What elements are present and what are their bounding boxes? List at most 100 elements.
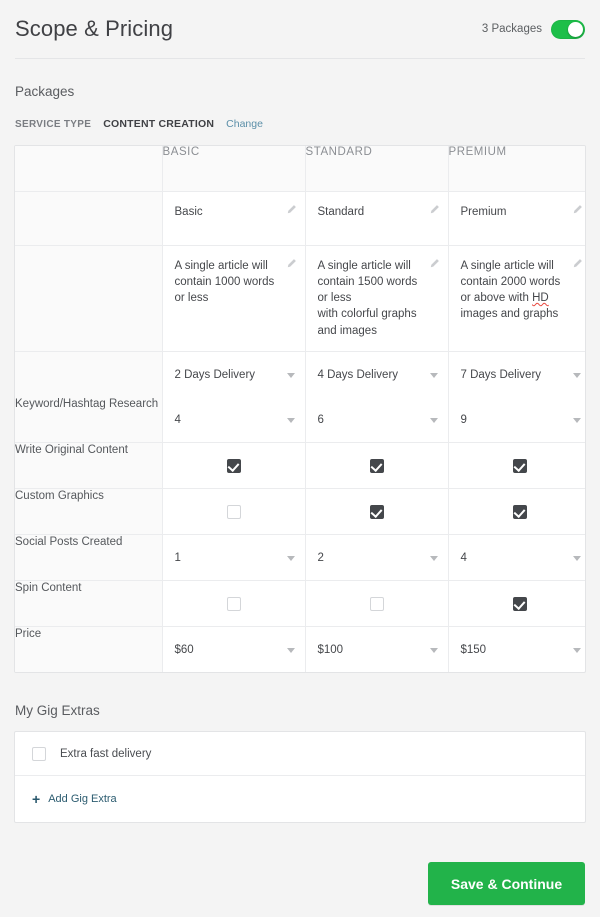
package-description-cell-premium[interactable]: A single article will contain 2000 words… — [448, 245, 585, 353]
packages-table-wrapper: BASIC STANDARD PREMIUM Basic Standard Pr… — [14, 145, 586, 674]
table-row: Price $60 $100 $150 — [15, 626, 585, 673]
feature-cell-keyword-hashtag-research-premium[interactable]: 9 — [448, 397, 585, 444]
package-description-premium: A single article will contain 2000 words… — [460, 259, 561, 321]
feature-cell-price-premium[interactable]: $150 — [448, 627, 585, 672]
service-type-label: SERVICE TYPE — [15, 118, 92, 130]
pencil-icon[interactable] — [429, 204, 440, 215]
feature-cell-write-original-content-premium[interactable] — [448, 442, 585, 490]
misspelled-word: HD — [532, 292, 549, 305]
chevron-down-icon[interactable] — [429, 555, 438, 561]
package-name-premium: Premium — [460, 205, 507, 218]
delivery-cell-basic[interactable]: 2 Days Delivery — [162, 351, 306, 398]
change-service-type-link[interactable]: Change — [226, 118, 263, 130]
gig-extra-item[interactable]: Extra fast delivery — [15, 732, 585, 777]
feature-cell-social-posts-created-standard[interactable]: 2 — [305, 534, 449, 582]
feature-cell-social-posts-created-basic[interactable]: 1 — [162, 534, 306, 582]
delivery-value-premium: 7 Days Delivery — [460, 368, 542, 381]
extra-fast-delivery-label: Extra fast delivery — [60, 747, 152, 760]
feature-label-social-posts-created: Social Posts Created — [15, 534, 163, 582]
chevron-down-icon[interactable] — [286, 372, 295, 378]
checkbox-custom-graphics-premium[interactable] — [512, 504, 527, 519]
checkbox-spin-content-standard[interactable] — [369, 596, 384, 611]
feature-cell-price-basic[interactable]: $60 — [162, 626, 306, 673]
package-description-cell-basic[interactable]: A single article will contain 1000 words… — [162, 245, 306, 353]
value-social-posts-created-premium: 4 — [460, 551, 467, 564]
chevron-down-icon[interactable] — [286, 647, 295, 653]
feature-cell-custom-graphics-basic[interactable] — [162, 488, 306, 536]
header-divider — [15, 58, 585, 59]
feature-cell-custom-graphics-standard[interactable] — [305, 488, 449, 536]
feature-cell-write-original-content-standard[interactable] — [305, 442, 449, 490]
table-row: Spin Content — [15, 580, 585, 628]
chevron-down-icon[interactable] — [429, 647, 438, 653]
value-social-posts-created-basic: 1 — [174, 551, 181, 564]
feature-cell-keyword-hashtag-research-standard[interactable]: 6 — [305, 397, 449, 444]
plus-icon: + — [32, 791, 41, 808]
feature-cell-keyword-hashtag-research-basic[interactable]: 4 — [162, 397, 306, 444]
chevron-down-icon[interactable] — [286, 555, 295, 561]
chevron-down-icon[interactable] — [429, 417, 438, 423]
checkbox-spin-content-premium[interactable] — [512, 596, 527, 611]
pencil-icon[interactable] — [429, 258, 440, 269]
chevron-down-icon[interactable] — [286, 417, 295, 423]
feature-label-price: Price — [15, 626, 163, 673]
feature-cell-spin-content-standard[interactable] — [305, 580, 449, 628]
extra-fast-delivery-checkbox[interactable] — [32, 746, 46, 761]
add-gig-extra-label: Add Gig Extra — [48, 793, 117, 806]
chevron-down-icon[interactable] — [573, 555, 581, 561]
feature-cell-price-standard[interactable]: $100 — [305, 626, 449, 673]
chevron-down-icon[interactable] — [573, 372, 581, 378]
package-name-basic: Basic — [174, 205, 203, 218]
service-type-row: SERVICE TYPE CONTENT CREATION Change — [0, 117, 600, 131]
feature-cell-spin-content-basic[interactable] — [162, 580, 306, 628]
delivery-cell-premium[interactable]: 7 Days Delivery — [448, 352, 585, 398]
value-price-premium: $150 — [460, 643, 487, 656]
add-gig-extra-button[interactable]: + Add Gig Extra — [15, 776, 585, 822]
value-price-basic: $60 — [174, 643, 194, 656]
feature-label-spin-content: Spin Content — [15, 580, 163, 628]
description-row-label-cell — [15, 245, 163, 353]
feature-cell-custom-graphics-premium[interactable] — [448, 488, 585, 536]
gig-extras-title: My Gig Extras — [15, 703, 100, 719]
checkbox-spin-content-basic[interactable] — [226, 596, 241, 611]
feature-label-custom-graphics: Custom Graphics — [15, 488, 163, 536]
checkbox-custom-graphics-basic[interactable] — [226, 504, 241, 519]
feature-cell-spin-content-premium[interactable] — [448, 580, 585, 628]
pencil-icon[interactable] — [286, 258, 297, 269]
page-footer: Save & Continue — [0, 835, 600, 917]
delivery-value-standard: 4 Days Delivery — [317, 368, 399, 381]
package-name-cell-basic[interactable]: Basic — [162, 191, 306, 246]
checkbox-write-original-content-premium[interactable] — [512, 458, 527, 473]
feature-cell-social-posts-created-premium[interactable]: 4 — [448, 534, 585, 582]
package-name-standard: Standard — [317, 205, 365, 218]
packages-toggle-group: 3 Packages — [482, 19, 585, 39]
chevron-down-icon[interactable] — [429, 372, 438, 378]
gig-extras-box: Extra fast delivery + Add Gig Extra — [14, 731, 586, 824]
feature-cell-write-original-content-basic[interactable] — [162, 442, 306, 490]
delivery-cell-standard[interactable]: 4 Days Delivery — [305, 351, 449, 398]
pencil-icon[interactable] — [572, 258, 583, 269]
pencil-icon[interactable] — [572, 204, 583, 215]
packages-toggle-switch[interactable] — [551, 19, 585, 39]
save-and-continue-button[interactable]: Save & Continue — [428, 862, 585, 905]
checkbox-write-original-content-standard[interactable] — [369, 458, 384, 473]
pencil-icon[interactable] — [286, 204, 297, 215]
table-row: Keyword/Hashtag Research 4 6 9 — [15, 397, 585, 444]
package-name-cell-standard[interactable]: Standard — [305, 191, 449, 246]
checkbox-write-original-content-basic[interactable] — [226, 458, 241, 473]
package-name-cell-premium[interactable]: Premium — [448, 191, 585, 246]
chevron-down-icon[interactable] — [573, 647, 581, 653]
column-header-standard: STANDARD — [305, 146, 449, 192]
checkbox-custom-graphics-standard[interactable] — [369, 504, 384, 519]
column-header-premium: PREMIUM — [448, 146, 585, 192]
service-type-value: CONTENT CREATION — [103, 118, 215, 130]
packages-table: BASIC STANDARD PREMIUM Basic Standard Pr… — [15, 146, 585, 673]
delivery-row-label-cell — [15, 351, 163, 398]
chevron-down-icon[interactable] — [573, 417, 581, 423]
package-description-cell-standard[interactable]: A single article will contain 1500 words… — [305, 245, 449, 353]
feature-label-keyword-hashtag-research: Keyword/Hashtag Research — [15, 397, 163, 444]
package-description-row: A single article will contain 1000 words… — [15, 245, 585, 353]
table-header-row: BASIC STANDARD PREMIUM — [15, 146, 585, 192]
toggle-knob — [568, 21, 583, 37]
value-price-standard: $100 — [317, 643, 344, 656]
